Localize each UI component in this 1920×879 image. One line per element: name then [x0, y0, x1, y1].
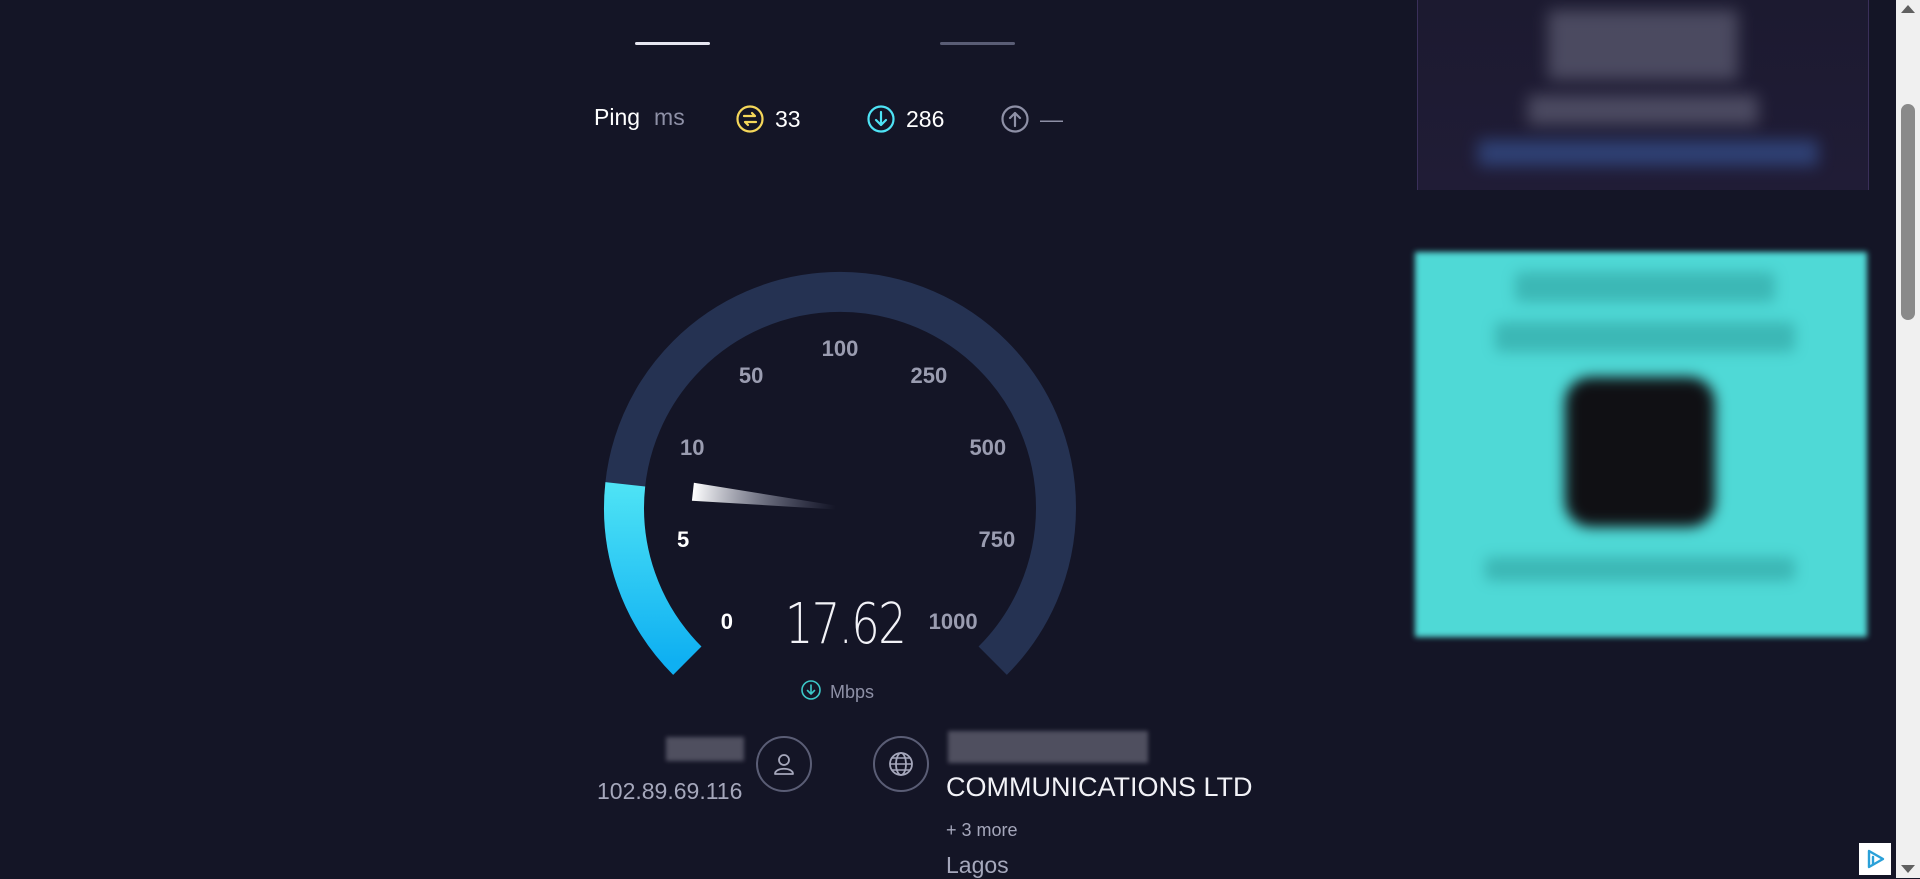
current-speed: 17.62 [784, 592, 907, 657]
speedtest-main: Ping ms 33 286 — 0 5 10 50 100 250 500 7… [0, 0, 1390, 878]
ad-banner-bottom[interactable] [1415, 252, 1867, 637]
jitter-value: 33 [775, 105, 801, 132]
gauge-label-500: 500 [969, 435, 1006, 460]
jitter-stat: 33 [735, 104, 801, 134]
ping-label: Ping [594, 104, 641, 130]
gauge-needle [691, 482, 837, 510]
upload-stat: — [1000, 104, 1063, 134]
gauge-label-10: 10 [680, 435, 704, 460]
gauge-label-750: 750 [979, 527, 1016, 552]
globe-icon[interactable] [873, 736, 929, 792]
download-stat: 286 [866, 104, 944, 134]
upload-value: — [1040, 105, 1063, 132]
ping-unit: ms [654, 104, 685, 130]
server-location: Lagos [946, 852, 1009, 878]
speed-unit-label: Mbps [830, 682, 875, 702]
user-icon[interactable] [756, 736, 812, 792]
client-ip: 102.89.69.116 [597, 778, 743, 804]
download-arrow-icon [866, 104, 896, 134]
redacted-isp-name [948, 731, 1148, 763]
gauge-label-100: 100 [822, 336, 859, 361]
more-servers-link[interactable]: + 3 more [946, 820, 1018, 841]
scroll-down-arrow-icon[interactable] [1901, 865, 1915, 873]
tab-indicator-inactive[interactable] [940, 42, 1015, 45]
gauge-label-250: 250 [911, 363, 948, 388]
adchoices-icon[interactable] [1859, 843, 1891, 875]
redacted-provider-name [666, 737, 744, 761]
isp-name: COMMUNICATIONS LTD [946, 772, 1253, 802]
speed-unit: Mbps [800, 679, 874, 706]
scroll-thumb[interactable] [1901, 104, 1915, 320]
download-small-icon [800, 679, 822, 706]
jitter-icon [735, 104, 765, 134]
gauge-label-5: 5 [677, 527, 689, 552]
ping-stat: Ping ms [594, 104, 685, 131]
ad-banner-top[interactable] [1417, 0, 1869, 190]
page-scrollbar[interactable] [1896, 0, 1920, 878]
upload-arrow-icon [1000, 104, 1030, 134]
download-value: 286 [906, 105, 945, 132]
gauge-label-50: 50 [739, 363, 763, 388]
scroll-up-arrow-icon[interactable] [1901, 5, 1915, 13]
gauge-fill [604, 482, 702, 675]
tab-indicator-active[interactable] [635, 42, 710, 45]
